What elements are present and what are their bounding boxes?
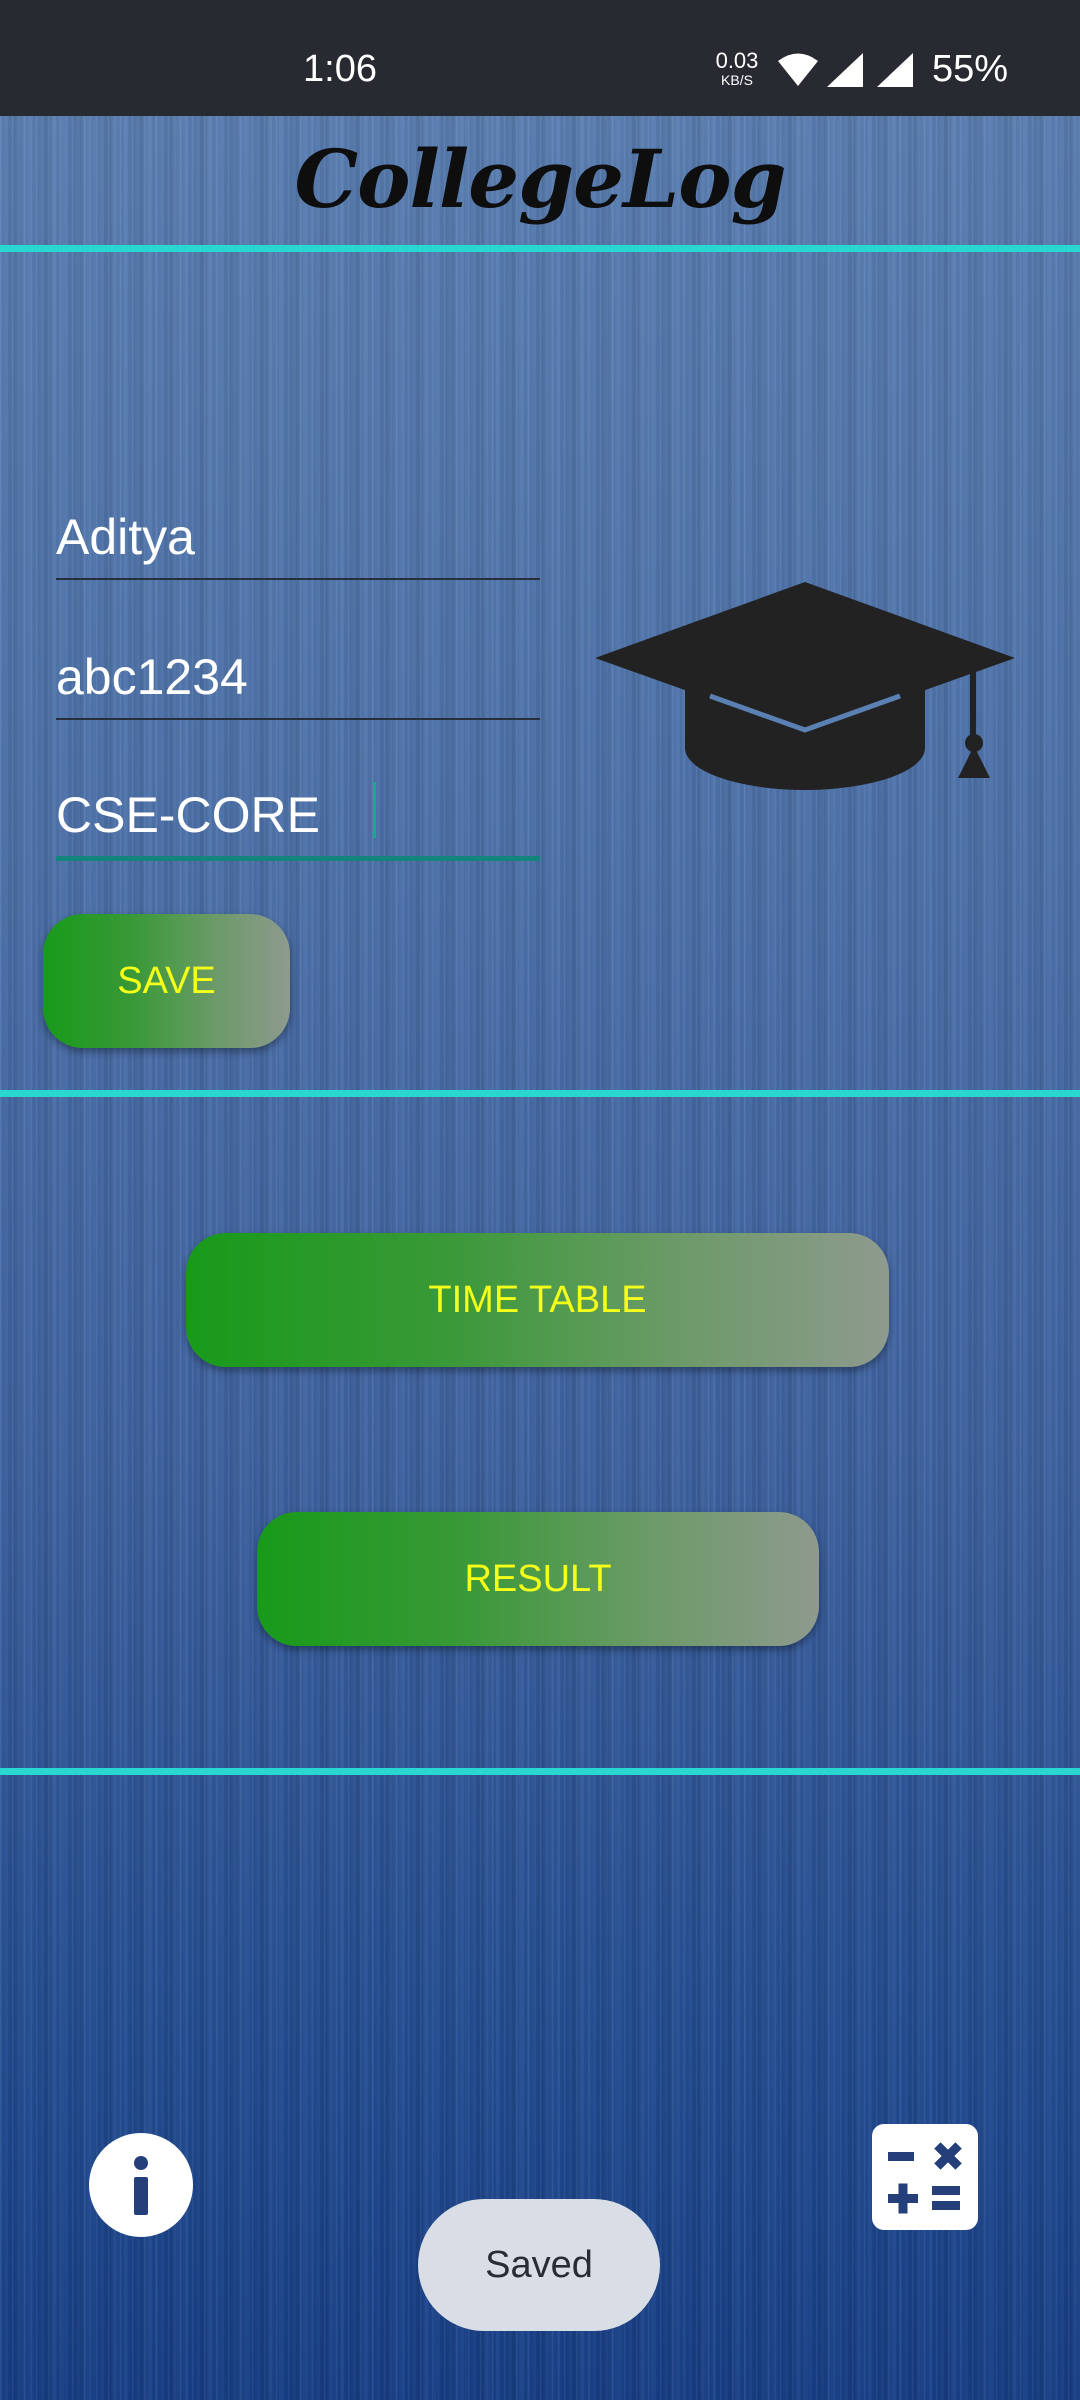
calculator-icon	[888, 2142, 962, 2214]
info-icon	[134, 2156, 148, 2215]
name-field[interactable]	[56, 498, 540, 580]
status-bar: 1:06 0.03 KB/S 55%	[0, 0, 1080, 116]
time-table-button[interactable]: TIME TABLE	[186, 1233, 889, 1367]
network-speed-unit: KB/S	[721, 72, 753, 88]
network-speed: 0.03 KB/S	[712, 48, 762, 88]
info-button[interactable]	[89, 2133, 193, 2237]
graduation-cap-icon	[595, 582, 1015, 790]
department-field[interactable]	[56, 776, 540, 861]
name-input[interactable]	[56, 508, 540, 566]
id-input[interactable]	[56, 648, 540, 706]
status-time: 1:06	[303, 48, 377, 90]
id-field[interactable]	[56, 638, 540, 720]
save-button[interactable]: SAVE	[43, 914, 290, 1048]
wifi-icon	[778, 53, 818, 86]
result-button[interactable]: RESULT	[257, 1512, 819, 1646]
signal-icon	[877, 53, 913, 87]
app-title: CollegeLog	[294, 132, 786, 226]
department-input[interactable]	[56, 786, 540, 844]
app-screen: 1:06 0.03 KB/S 55% CollegeLog Aditya abc…	[0, 0, 1080, 2400]
calculator-button[interactable]	[872, 2124, 978, 2230]
text-cursor	[373, 782, 376, 838]
divider-bottom	[0, 1768, 1080, 1775]
divider-middle	[0, 1090, 1080, 1097]
divider-top	[0, 245, 1080, 252]
battery-level: 55%	[932, 48, 1009, 90]
signal-icon	[827, 53, 863, 87]
network-speed-value: 0.03	[715, 48, 759, 73]
toast-message: Saved	[418, 2199, 660, 2331]
